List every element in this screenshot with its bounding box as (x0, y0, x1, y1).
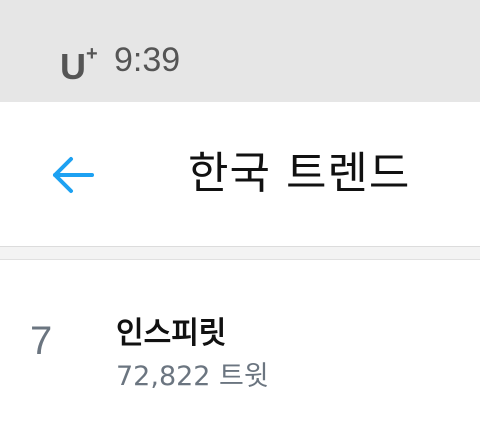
back-arrow-icon (53, 157, 94, 193)
trend-rank: 7 (30, 319, 53, 363)
status-bar: U+ 9:39 (0, 0, 480, 102)
back-button[interactable] (38, 150, 108, 200)
trend-item[interactable]: 7 인스피릿 72,822 트윗 (0, 260, 480, 447)
carrier-name: U (60, 46, 86, 87)
trend-name: 인스피릿 (116, 316, 227, 351)
section-divider (0, 247, 480, 260)
carrier-label: U+ (60, 38, 98, 89)
page-title: 한국 트렌드 (188, 148, 411, 199)
status-time: 9:39 (114, 41, 181, 79)
carrier-plus: + (86, 43, 98, 65)
trend-tweet-count: 72,822 트윗 (116, 361, 269, 392)
app-toolbar: 한국 트렌드 (0, 102, 480, 247)
